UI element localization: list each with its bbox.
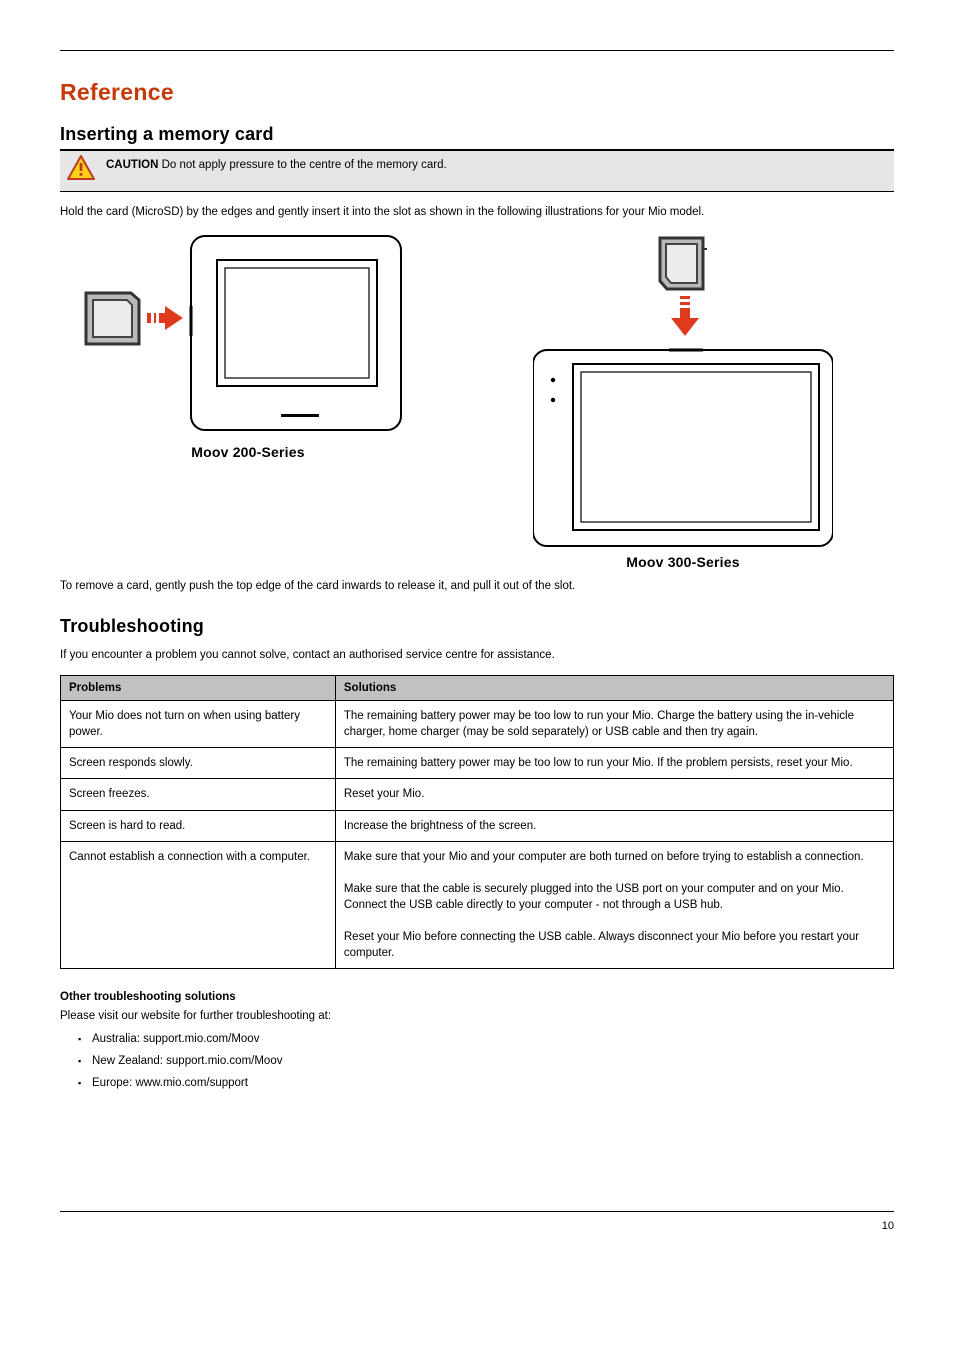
td-solution: Reset your Mio. xyxy=(335,779,893,810)
td-solution: The remaining battery power may be too l… xyxy=(335,748,893,779)
page-number: 10 xyxy=(60,1220,894,1232)
caption-moov-200: Moov 200-Series xyxy=(191,444,305,460)
td-problem: Screen responds slowly. xyxy=(61,748,336,779)
caution-text: Do not apply pressure to the centre of t… xyxy=(158,159,446,171)
td-problem: Cannot establish a connection with a com… xyxy=(61,841,336,969)
other-solutions-section: Other troubleshooting solutions Please v… xyxy=(60,989,894,1090)
td-problem: Your Mio does not turn on when using bat… xyxy=(61,701,336,748)
table-row: Screen freezes. Reset your Mio. xyxy=(61,779,894,810)
table-row: Screen is hard to read. Increase the bri… xyxy=(61,810,894,841)
list-item: New Zealand: support.mio.com/Moov xyxy=(78,1053,894,1069)
caution-bar: CAUTION Do not apply pressure to the cen… xyxy=(60,151,894,192)
other-solutions-intro: Please visit our website for further tro… xyxy=(60,1008,894,1024)
diagrams-row: Moov 200-Series xyxy=(68,234,894,570)
illustration-moov-200 xyxy=(83,234,413,438)
other-solutions-heading: Other troubleshooting solutions xyxy=(60,991,236,1003)
troubleshooting-table: Problems Solutions Your Mio does not tur… xyxy=(60,675,894,969)
list-item: Australia: support.mio.com/Moov xyxy=(78,1031,894,1047)
bottom-rule xyxy=(60,1211,894,1212)
td-solution: The remaining battery power may be too l… xyxy=(335,701,893,748)
th-solutions: Solutions xyxy=(335,676,893,701)
caution-label: CAUTION xyxy=(106,159,158,171)
heading-troubleshooting: Troubleshooting xyxy=(60,616,894,637)
table-row: Screen responds slowly. The remaining ba… xyxy=(61,748,894,779)
illustration-moov-300 xyxy=(533,234,833,548)
td-solution: Make sure that your Mio and your compute… xyxy=(335,841,893,969)
heading-inserting-memory-card: Inserting a memory card xyxy=(60,124,894,145)
list-item: Europe: www.mio.com/support xyxy=(78,1075,894,1091)
caption-moov-300: Moov 300-Series xyxy=(626,554,740,570)
td-problem: Screen is hard to read. xyxy=(61,810,336,841)
warning-icon xyxy=(66,154,96,185)
memcard-intro: Hold the card (MicroSD) by the edges and… xyxy=(60,204,894,220)
top-rule xyxy=(60,50,894,51)
remove-card-text: To remove a card, gently push the top ed… xyxy=(60,580,894,592)
td-solution: Increase the brightness of the screen. xyxy=(335,810,893,841)
table-row: Cannot establish a connection with a com… xyxy=(61,841,894,969)
table-row: Your Mio does not turn on when using bat… xyxy=(61,701,894,748)
troubleshooting-intro: If you encounter a problem you cannot so… xyxy=(60,647,894,663)
th-problems: Problems xyxy=(61,676,336,701)
td-problem: Screen freezes. xyxy=(61,779,336,810)
section-title: Reference xyxy=(60,79,894,106)
